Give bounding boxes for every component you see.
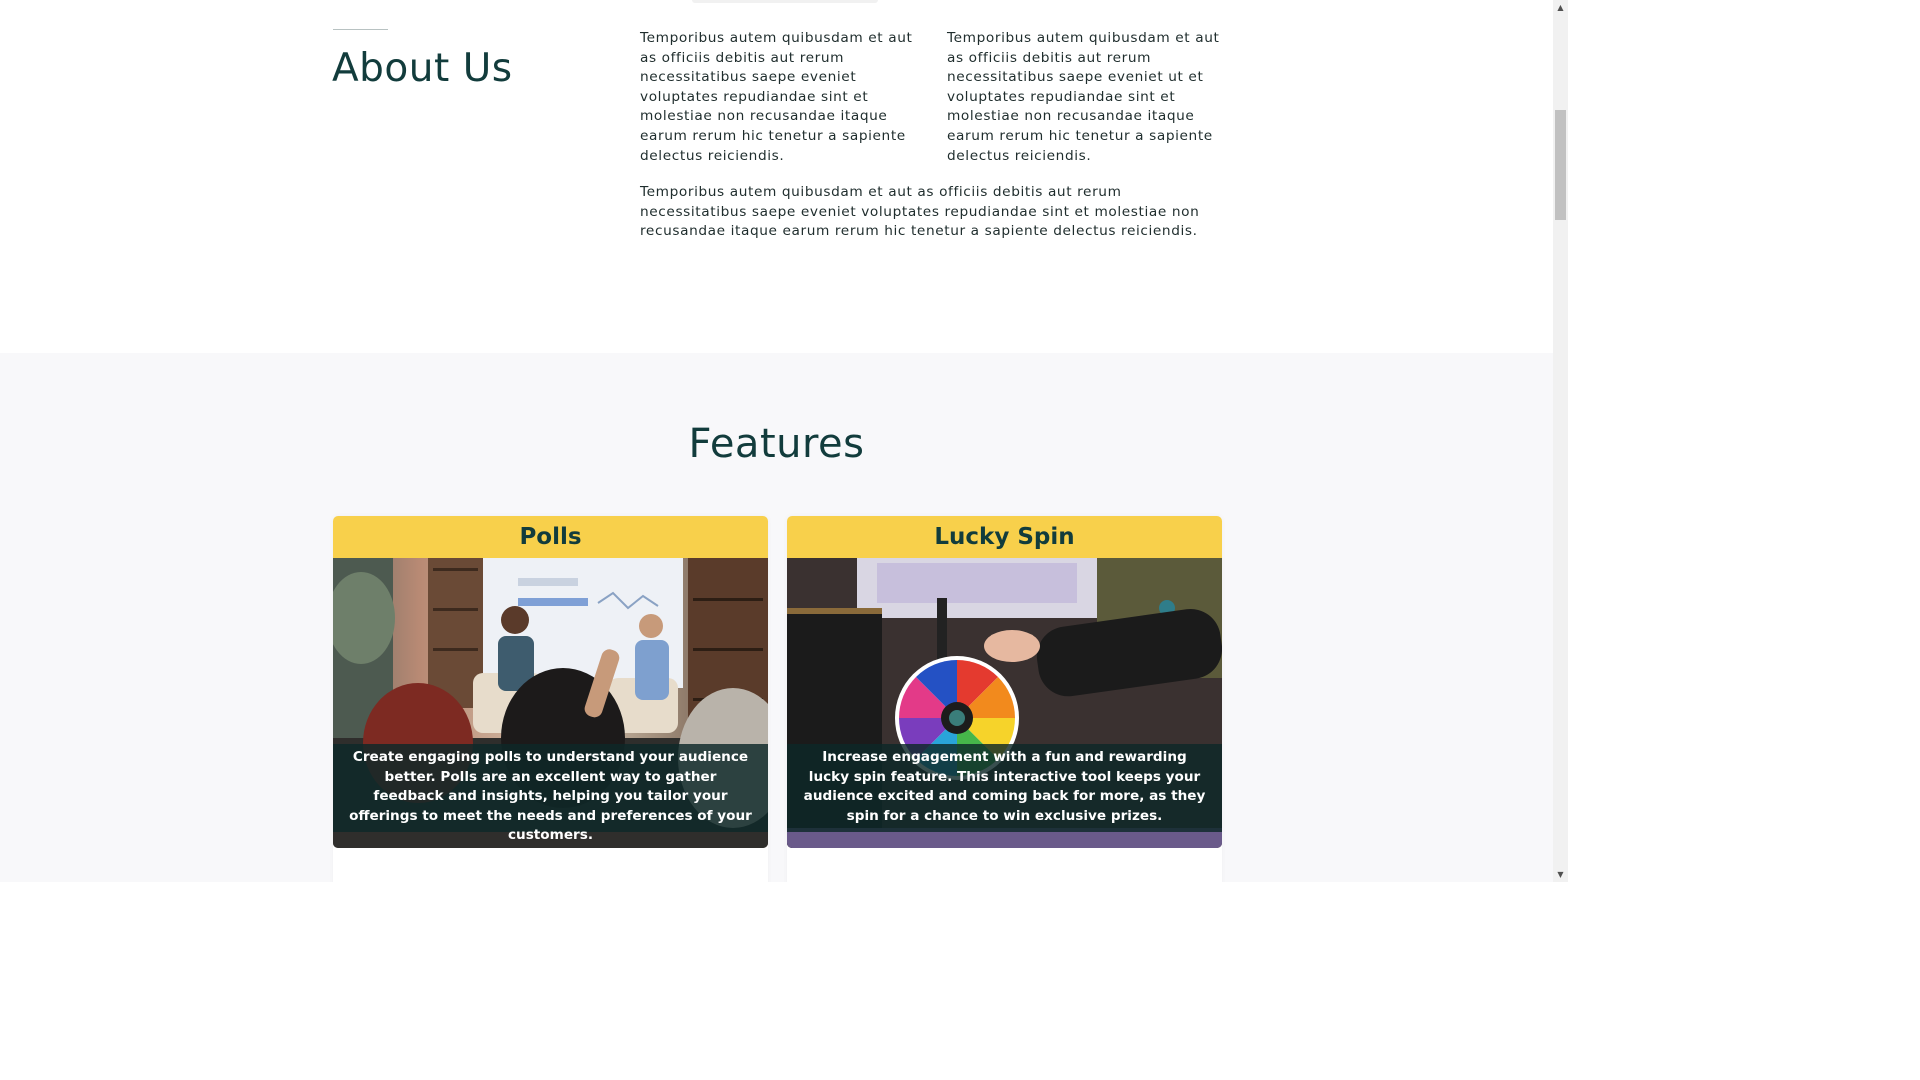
feature-card-description: Create engaging polls to understand your…	[333, 744, 768, 843]
scrollbar-thumb[interactable]	[1555, 110, 1566, 220]
page: About Us Temporibus autem quibusdam et a…	[0, 0, 1553, 882]
polls-photo: Create engaging polls to understand your…	[333, 558, 768, 848]
features-section: Features Polls Create engaging polls to …	[0, 353, 1553, 882]
about-title: About Us	[332, 46, 513, 91]
about-paragraph-1: Temporibus autem quibusdam et aut as off…	[640, 30, 913, 164]
feature-card-title: Polls	[333, 516, 768, 558]
feature-card-description: Increase engagement with a fun and rewar…	[787, 744, 1222, 832]
about-section: About Us Temporibus autem quibusdam et a…	[0, 0, 1553, 353]
about-paragraph-2: Temporibus autem quibusdam et aut as off…	[947, 30, 1220, 164]
top-tab-edge	[692, 0, 878, 3]
vertical-scrollbar[interactable]: ▲ ▼	[1553, 0, 1568, 882]
scroll-down-arrow-icon[interactable]: ▼	[1553, 867, 1568, 882]
about-divider	[333, 29, 388, 30]
features-title: Features	[688, 421, 865, 467]
scroll-up-arrow-icon[interactable]: ▲	[1553, 0, 1568, 15]
about-paragraph-3: Temporibus autem quibusdam et aut as off…	[640, 184, 1200, 240]
feature-card-title: Lucky Spin	[787, 516, 1222, 558]
lucky-spin-photo: Increase engagement with a fun and rewar…	[787, 558, 1222, 848]
feature-card-polls[interactable]: Polls Create engaging polls to understan…	[333, 516, 768, 882]
feature-card-lucky-spin[interactable]: Lucky Spin Increase engagement with a fu…	[787, 516, 1222, 882]
